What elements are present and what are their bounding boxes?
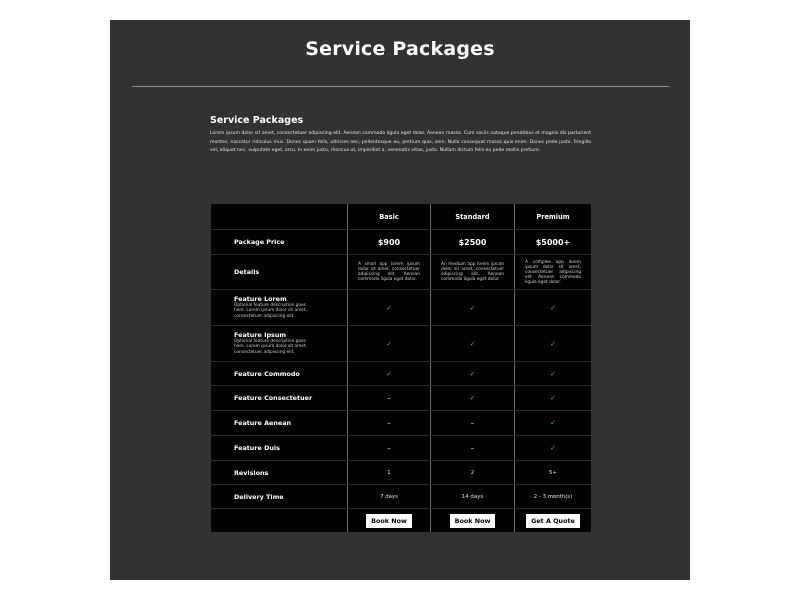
check-icon: ✓: [386, 339, 392, 348]
intro-heading: Service Packages: [210, 115, 304, 126]
feature-row: Feature Duis – – ✓: [211, 435, 591, 460]
revisions-row: Revisions 1 2 5+: [211, 460, 591, 484]
delivery-premium: 2 - 3 month(s): [533, 493, 573, 500]
price-basic: $900: [377, 237, 401, 247]
row-label: Revisions: [234, 468, 269, 477]
row-label: Package Price: [234, 238, 285, 246]
price-standard: $2500: [458, 237, 487, 247]
check-icon: ✓: [550, 419, 556, 427]
revisions-premium: 5+: [549, 469, 557, 476]
feature-row: Feature Aenean – – ✓: [211, 410, 591, 435]
title-divider: [132, 86, 669, 87]
row-label: Delivery Time: [234, 492, 284, 501]
delivery-standard: 14 days: [461, 493, 484, 500]
services-panel: Service Packages Service Packages Lorem …: [110, 20, 690, 580]
details-premium: A complex app lorem ipsum dolor sit amet…: [525, 259, 581, 285]
delivery-row: Delivery Time 7 days 14 days 2 - 3 month…: [211, 484, 591, 508]
check-icon: ✓: [550, 303, 556, 312]
feature-row: Feature Ipsum Optional feature descripti…: [211, 325, 591, 361]
cta-label-cell: [211, 509, 347, 532]
check-icon: ✓: [550, 394, 556, 402]
intro-body: Lorem ipsum dolor sit amet, consectetuer…: [210, 131, 591, 154]
check-icon: ✓: [469, 339, 476, 348]
price-premium: $5000+: [535, 237, 571, 247]
cta-row: Book Now Book Now Get A Quote: [211, 508, 591, 532]
feature-row: Feature Consectetuer – ✓ ✓: [211, 385, 591, 410]
intro-section: Service Packages Lorem ipsum dolor sit a…: [210, 115, 591, 156]
check-icon: ✓: [469, 369, 476, 378]
plan-name-basic: Basic: [379, 212, 399, 221]
plan-header-row: Basic Standard Premium: [211, 204, 591, 229]
revisions-standard: 2: [470, 469, 475, 476]
details-standard: An medium app lorem ipsum dolor sit amet…: [441, 262, 504, 282]
check-icon: ✓: [386, 369, 392, 378]
details-basic: A small app lorem ipsum dolor sit amet, …: [358, 262, 420, 282]
feature-label: Feature Aenean: [234, 419, 292, 427]
pricing-table: Basic Standard Premium Package Price $90…: [211, 204, 591, 532]
dash-icon: –: [387, 394, 391, 402]
dash-icon: –: [387, 419, 391, 427]
book-now-basic-button[interactable]: Book Now: [366, 513, 412, 528]
check-icon: ✓: [469, 394, 476, 402]
feature-description: Optional feature description goes here. …: [234, 339, 307, 355]
feature-label: Feature Duis: [234, 444, 280, 452]
get-a-quote-button[interactable]: Get A Quote: [526, 513, 580, 528]
check-icon: ✓: [469, 303, 476, 312]
feature-row: Feature Commodo ✓ ✓ ✓: [211, 361, 591, 385]
feature-label: Feature Consectetuer: [234, 394, 313, 402]
check-icon: ✓: [550, 339, 556, 348]
feature-label: Feature Commodo: [234, 369, 300, 378]
row-label: Details: [234, 268, 260, 276]
price-row: Package Price $900 $2500 $5000+: [211, 229, 591, 254]
feature-row: Feature Lorem Optional feature descripti…: [211, 289, 591, 325]
check-icon: ✓: [550, 369, 556, 378]
check-icon: ✓: [386, 303, 392, 312]
plan-name-premium: Premium: [536, 212, 570, 221]
revisions-basic: 1: [387, 469, 391, 476]
page-title: Service Packages: [305, 38, 495, 60]
plan-name-standard: Standard: [455, 212, 490, 221]
dash-icon: –: [470, 419, 475, 427]
delivery-basic: 7 days: [380, 493, 398, 500]
book-now-standard-button[interactable]: Book Now: [449, 513, 496, 528]
dash-icon: –: [387, 444, 391, 452]
dash-icon: –: [470, 444, 475, 452]
feature-description: Optional feature description goes here. …: [234, 303, 307, 319]
header-label-cell: [211, 204, 347, 229]
check-icon: ✓: [550, 444, 556, 452]
details-row: Details A small app lorem ipsum dolor si…: [211, 254, 591, 289]
